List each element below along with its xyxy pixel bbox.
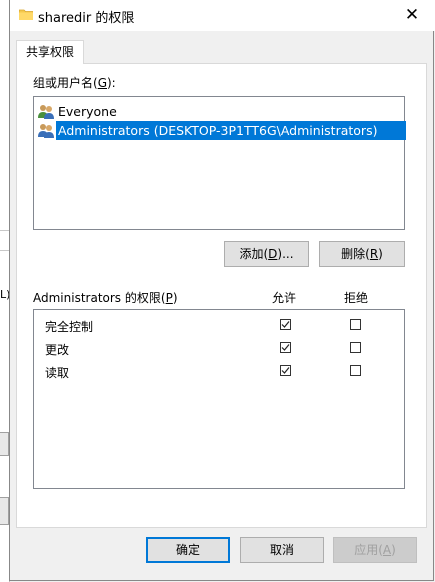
ok-button[interactable]: 确定 bbox=[146, 537, 230, 563]
permission-name: 完全控制 bbox=[45, 320, 94, 334]
allow-checkbox[interactable] bbox=[280, 319, 291, 330]
permission-row: 读取 bbox=[34, 360, 404, 383]
permission-row: 更改 bbox=[34, 337, 404, 360]
users-group-icon bbox=[38, 104, 54, 119]
checkmark-icon bbox=[281, 344, 290, 351]
window-title: sharedir 的权限 bbox=[38, 11, 135, 26]
permission-name: 读取 bbox=[45, 366, 70, 380]
background-divider bbox=[0, 230, 9, 231]
allow-checkbox[interactable] bbox=[280, 365, 291, 376]
background-window-box bbox=[0, 432, 9, 456]
tab-panel: 组或用户名(G): Everyone Administrators (DESKT… bbox=[16, 63, 427, 528]
background-window-box bbox=[0, 497, 9, 525]
title-bar: sharedir 的权限 ✕ bbox=[10, 0, 435, 31]
permissions-label: Administrators 的权限(P) bbox=[33, 291, 178, 305]
cancel-button[interactable]: 取消 bbox=[240, 537, 324, 563]
allow-checkbox[interactable] bbox=[280, 342, 291, 353]
background-divider bbox=[0, 250, 9, 251]
folder-icon bbox=[18, 8, 34, 21]
allow-column-header: 允许 bbox=[272, 291, 297, 305]
remove-button[interactable]: 删除(R) bbox=[319, 241, 405, 267]
deny-column-header: 拒绝 bbox=[344, 291, 369, 305]
user-name: Administrators (DESKTOP-3P1TT6G\Administ… bbox=[56, 121, 406, 140]
apply-button[interactable]: 应用(A) bbox=[333, 537, 417, 563]
tab-share-permissions[interactable]: 共享权限 bbox=[16, 40, 84, 64]
permissions-list: 完全控制 更改 读取 bbox=[33, 309, 405, 489]
permission-row: 完全控制 bbox=[34, 314, 404, 337]
deny-checkbox[interactable] bbox=[350, 319, 361, 330]
close-button[interactable]: ✕ bbox=[389, 0, 435, 31]
permission-name: 更改 bbox=[45, 343, 70, 357]
deny-checkbox[interactable] bbox=[350, 342, 361, 353]
checkmark-icon bbox=[281, 367, 290, 374]
checkmark-icon bbox=[281, 321, 290, 328]
add-button[interactable]: 添加(D)... bbox=[224, 241, 309, 267]
permissions-dialog: sharedir 的权限 ✕ 共享权限 组或用户名(G): Everyone A… bbox=[9, 0, 435, 581]
user-list[interactable]: Everyone Administrators (DESKTOP-3P1TT6G… bbox=[33, 96, 406, 230]
user-name: Everyone bbox=[58, 104, 117, 119]
users-group-icon bbox=[38, 123, 54, 138]
group-or-user-label: 组或用户名(G): bbox=[33, 76, 116, 90]
deny-checkbox[interactable] bbox=[350, 365, 361, 376]
close-icon: ✕ bbox=[404, 5, 420, 25]
